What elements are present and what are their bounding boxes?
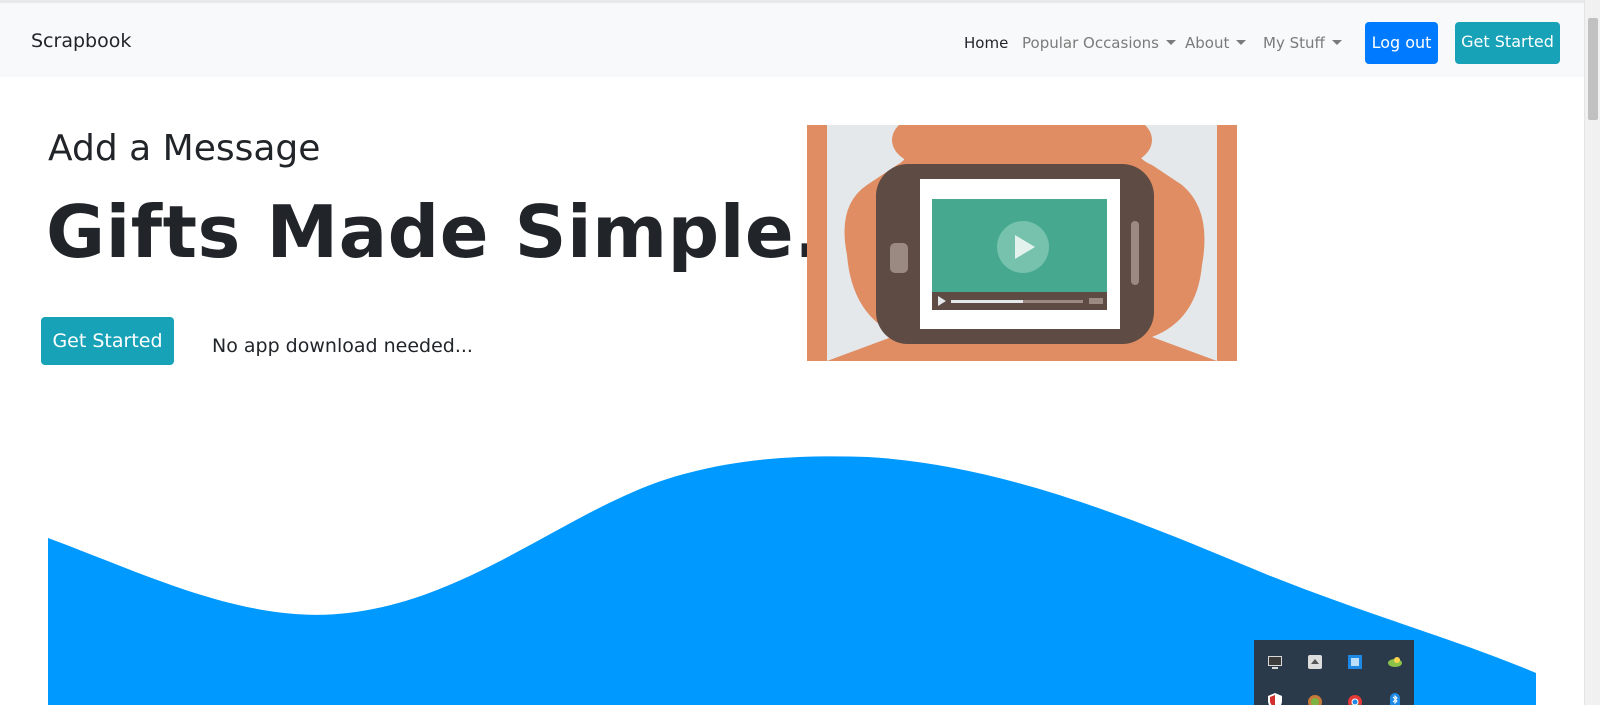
hero-tagline: No app download needed... [212,335,473,357]
network-icon[interactable] [1346,653,1364,671]
vertical-scrollbar[interactable] [1584,0,1600,705]
logout-button[interactable]: Log out [1365,22,1438,64]
nav-item-popular-occasions[interactable]: Popular Occasions [1022,34,1176,52]
brand-logo[interactable]: Scrapbook [31,30,131,52]
nav-item-home[interactable]: Home [964,34,1008,52]
scrollbar-thumb[interactable] [1588,18,1598,120]
phone-video-illustration [807,112,1237,365]
hero-subtitle: Add a Message [48,128,321,169]
monitor-icon[interactable] [1266,653,1284,671]
caret-down-icon [1331,40,1342,45]
navbar: Scrapbook Home Popular Occasions About M… [0,3,1584,77]
chrome-icon[interactable] [1346,692,1364,705]
caret-down-icon [1166,40,1176,45]
page: Scrapbook Home Popular Occasions About M… [0,0,1600,705]
nav-item-about[interactable]: About [1185,34,1247,52]
shield-icon[interactable] [1266,692,1284,705]
get-started-hero-button[interactable]: Get Started [41,317,174,365]
nav-item-my-stuff[interactable]: My Stuff [1263,34,1342,52]
system-tray [1254,640,1414,705]
phone-video-icon [807,112,1237,365]
nav-item-label: Popular Occasions [1022,34,1159,52]
nav-item-label: Home [964,34,1009,52]
nav-item-label: About [1185,34,1230,52]
caret-down-icon [1236,40,1247,45]
drive-icon[interactable] [1386,653,1404,671]
cloud-sync-icon[interactable] [1306,653,1324,671]
app-icon[interactable] [1306,692,1324,705]
bluetooth-icon[interactable] [1386,692,1404,705]
get-started-nav-button[interactable]: Get Started [1455,22,1560,64]
hero-headline: Gifts Made Simple. [46,190,823,274]
nav-item-label: My Stuff [1263,34,1325,52]
